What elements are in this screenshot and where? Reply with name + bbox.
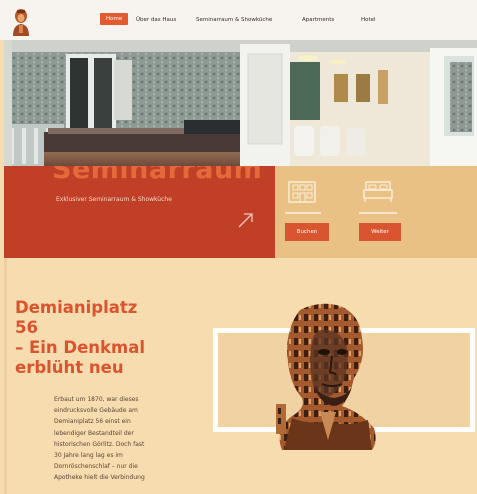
portrait-collage-image xyxy=(276,303,376,450)
panel-title: Seminarraum xyxy=(52,166,263,185)
body-line: Apotheke hielt die Verbindung xyxy=(54,474,145,482)
nav-item-hotel[interactable]: Hotel xyxy=(361,17,376,23)
next-button[interactable]: Weiter xyxy=(359,223,401,241)
nav-item-home[interactable]: Home xyxy=(100,13,129,25)
nav-item-apartments[interactable]: Apartments xyxy=(302,17,334,23)
title-line: 56 xyxy=(15,318,38,337)
body-line: lebendiger Bestandteil der xyxy=(54,429,134,437)
nav-item-about-house[interactable]: Über das Haus xyxy=(136,17,176,23)
title-line: – Ein Denkmal xyxy=(15,338,146,357)
room-photo xyxy=(4,40,477,166)
title-line: erblüht neu xyxy=(15,358,124,377)
feature-underline xyxy=(359,212,397,214)
top-navigation: Home Über das Haus Seminarraum & Showküc… xyxy=(0,0,477,40)
body-line: Demianiplatz 56 einst ein xyxy=(54,418,131,426)
panel-subtitle: Exklusiver Seminarraum & Showküche xyxy=(56,196,172,203)
body-line: 30 Jahre lang lag es im xyxy=(54,452,123,460)
body-line: Erbaut um 1870, war dieses xyxy=(54,396,139,403)
body-line: Dornröschenschlaf – nur die xyxy=(54,463,138,471)
logo-icon[interactable] xyxy=(10,6,32,36)
intro-title: Demianiplatz 56 – Ein Denkmal erblüht ne… xyxy=(15,298,185,378)
body-line: eindrucksvolle Gebäude am xyxy=(54,407,138,415)
hero-image xyxy=(4,40,477,166)
seminar-room-panel: Seminarraum Exklusiver Seminarraum & Sho… xyxy=(4,166,275,258)
title-line: Demianiplatz xyxy=(15,298,138,317)
feature-underline xyxy=(285,212,321,214)
body-line: historischen Görlitz. Doch fast xyxy=(54,440,145,448)
nav-item-seminar-room[interactable]: Seminarraum & Showküche xyxy=(196,17,272,23)
bed-icon xyxy=(363,181,393,202)
book-button[interactable]: Buchen xyxy=(285,223,329,241)
section-edge xyxy=(4,258,7,494)
arrow-up-right-icon[interactable] xyxy=(236,210,256,230)
building-icon xyxy=(288,181,316,203)
intro-body: Erbaut um 1870, war dieses eindrucksvoll… xyxy=(54,394,196,484)
